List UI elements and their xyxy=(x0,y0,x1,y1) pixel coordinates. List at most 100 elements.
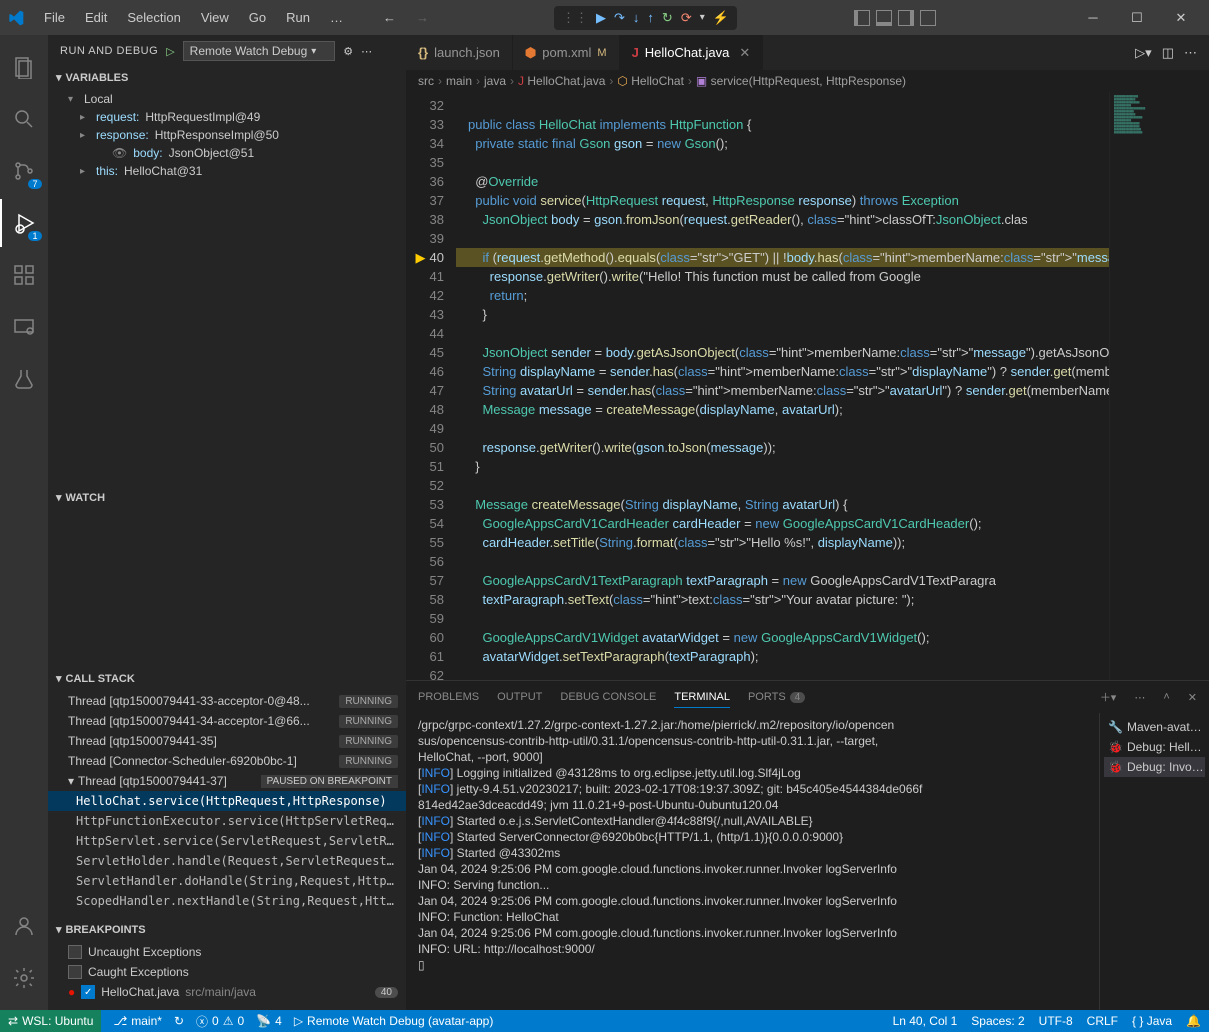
code-line[interactable]: JsonObject body = gson.fromJson(request.… xyxy=(456,210,1109,229)
split-editor-icon[interactable]: ◫ xyxy=(1162,45,1174,61)
close-button[interactable]: ✕ xyxy=(1161,3,1201,33)
source-control-tab[interactable]: 7 xyxy=(0,147,48,195)
code-line[interactable] xyxy=(456,609,1109,628)
code-line[interactable]: private static final Gson gson = new Gso… xyxy=(456,134,1109,153)
code-line[interactable]: response.getWriter().write("Hello! This … xyxy=(456,267,1109,286)
remote-explorer-tab[interactable] xyxy=(0,303,48,351)
watch-section-header[interactable]: ▾WATCH xyxy=(48,487,406,508)
code-line[interactable]: } xyxy=(456,457,1109,476)
thread-row[interactable]: Thread [qtp1500079441-33-acceptor-0@48..… xyxy=(48,691,406,711)
editor-tab[interactable]: ⬢pom.xmlM xyxy=(513,35,620,70)
code-line[interactable]: String avatarUrl = sender.has(class="hin… xyxy=(456,381,1109,400)
menu-run[interactable]: Run xyxy=(278,6,318,29)
debug-config-select[interactable]: Remote Watch Debug ▾ xyxy=(183,41,336,61)
gear-icon[interactable]: ⚙ xyxy=(343,45,353,58)
code-line[interactable]: Message message = createMessage(displayN… xyxy=(456,400,1109,419)
debug-session-indicator[interactable]: ▷Remote Watch Debug (avatar-app) xyxy=(294,1014,494,1028)
run-file-icon[interactable]: ▷▾ xyxy=(1135,45,1152,61)
eol[interactable]: CRLF xyxy=(1087,1014,1118,1028)
caught-exceptions-checkbox[interactable]: Caught Exceptions xyxy=(48,962,406,982)
stack-frame-row[interactable]: ServletHandler.doHandle(String,Request,H… xyxy=(48,871,406,891)
cursor-position[interactable]: Ln 40, Col 1 xyxy=(893,1014,958,1028)
git-sync[interactable]: ↻ xyxy=(174,1014,184,1028)
toggle-panel-icon[interactable] xyxy=(876,10,892,26)
menu-selection[interactable]: Selection xyxy=(119,6,188,29)
step-over-icon[interactable]: ↷ xyxy=(614,10,625,26)
run-debug-tab[interactable]: 1 xyxy=(0,199,48,247)
code-line[interactable] xyxy=(456,324,1109,343)
breadcrumb-item[interactable]: main xyxy=(446,74,472,88)
start-debug-icon[interactable]: ▷ xyxy=(166,45,174,58)
nav-forward[interactable]: → xyxy=(408,6,437,29)
terminal-instance[interactable]: 🔧Maven-avat… xyxy=(1104,717,1205,737)
indentation[interactable]: Spaces: 2 xyxy=(971,1014,1024,1028)
panel-maximize-icon[interactable]: ˄ xyxy=(1163,691,1169,703)
code-line[interactable]: JsonObject sender = body.getAsJsonObject… xyxy=(456,343,1109,362)
remote-indicator[interactable]: ⇄WSL: Ubuntu xyxy=(0,1010,101,1032)
code-line[interactable]: public void service(HttpRequest request,… xyxy=(456,191,1109,210)
nav-back[interactable]: ← xyxy=(375,6,404,29)
menu-view[interactable]: View xyxy=(193,6,237,29)
menu-file[interactable]: File xyxy=(36,6,73,29)
code-line[interactable]: } xyxy=(456,305,1109,324)
panel-tab-output[interactable]: OUTPUT xyxy=(497,687,542,707)
breadcrumb-item[interactable]: ▣ service(HttpRequest, HttpResponse) xyxy=(696,74,906,88)
code-line[interactable]: Message createMessage(String displayName… xyxy=(456,495,1109,514)
thread-row[interactable]: Thread [qtp1500079441-34-acceptor-1@66..… xyxy=(48,711,406,731)
code-line[interactable]: if (request.getMethod().equals(class="st… xyxy=(456,248,1109,267)
tab-more-icon[interactable]: ⋯ xyxy=(1184,45,1197,61)
variables-section-header[interactable]: ▾VARIABLES xyxy=(48,67,406,88)
panel-close-icon[interactable]: ✕ xyxy=(1188,691,1197,704)
code-line[interactable]: String displayName = sender.has(class="h… xyxy=(456,362,1109,381)
stack-frame-row[interactable]: HttpFunctionExecutor.service(HttpServlet… xyxy=(48,811,406,831)
testing-tab[interactable] xyxy=(0,355,48,403)
terminal-output[interactable]: /grpc/grpc-context/1.27.2/grpc-context-1… xyxy=(406,713,1099,1010)
panel-tab-ports[interactable]: PORTS4 xyxy=(748,687,805,707)
stack-frame-row[interactable]: HelloChat.service(HttpRequest,HttpRespon… xyxy=(48,791,406,811)
ports-forwarded[interactable]: 📡4 xyxy=(256,1014,282,1028)
breakpoints-section-header[interactable]: ▾BREAKPOINTS xyxy=(48,919,406,940)
terminal-instance[interactable]: 🐞Debug: Hell… xyxy=(1104,737,1205,757)
stack-frame-row[interactable]: ServletHolder.handle(Request,ServletRequ… xyxy=(48,851,406,871)
code-line[interactable] xyxy=(456,552,1109,571)
problems-indicator[interactable]: ⓧ0 ⚠0 xyxy=(196,1013,244,1030)
notifications-icon[interactable]: 🔔 xyxy=(1186,1014,1201,1028)
code-line[interactable] xyxy=(456,666,1109,680)
breadcrumb-item[interactable]: ⬡ HelloChat xyxy=(617,74,684,88)
code-line[interactable]: public class HelloChat implements HttpFu… xyxy=(456,115,1109,134)
code-line[interactable]: @Override xyxy=(456,172,1109,191)
variable-scope[interactable]: ▾Local xyxy=(48,90,406,108)
more-icon[interactable]: ⋯ xyxy=(361,45,372,58)
hot-reload-icon[interactable]: ⚡ xyxy=(713,10,729,26)
thread-row[interactable]: Thread [Connector-Scheduler-6920b0bc-1]R… xyxy=(48,751,406,771)
panel-tab-terminal[interactable]: TERMINAL xyxy=(674,687,730,708)
step-into-icon[interactable]: ↓ xyxy=(633,10,640,25)
callstack-section-header[interactable]: ▾CALL STACK xyxy=(48,668,406,689)
code-line[interactable]: cardHeader.setTitle(String.format(class=… xyxy=(456,533,1109,552)
extensions-tab[interactable] xyxy=(0,251,48,299)
minimize-button[interactable]: ─ xyxy=(1073,3,1113,33)
drag-handle-icon[interactable]: ⋮⋮ xyxy=(562,10,588,26)
variable-row[interactable]: ▸request: HttpRequestImpl@49 xyxy=(48,108,406,126)
breadcrumb-item[interactable]: src xyxy=(418,74,434,88)
editor-tab[interactable]: {}launch.json xyxy=(406,35,513,70)
thread-row[interactable]: Thread [qtp1500079441-35]RUNNING xyxy=(48,731,406,751)
git-branch[interactable]: ⎇main* xyxy=(113,1014,162,1028)
explorer-tab[interactable] xyxy=(0,43,48,91)
code-line[interactable]: return; xyxy=(456,286,1109,305)
minimap[interactable]: ████████████████████████████████████████… xyxy=(1109,92,1209,680)
language-mode[interactable]: { } Java xyxy=(1132,1014,1172,1028)
toggle-primary-sidebar-icon[interactable] xyxy=(854,10,870,26)
menu-more[interactable]: … xyxy=(322,6,351,29)
restart-icon[interactable]: ↻ xyxy=(662,10,673,26)
panel-more-icon[interactable]: ⋯ xyxy=(1134,691,1145,704)
breakpoint-row[interactable]: ● ✓ HelloChat.java src/main/java 40 xyxy=(48,982,406,1002)
close-tab-icon[interactable]: ✕ xyxy=(739,45,750,61)
step-out-icon[interactable]: ↑ xyxy=(647,10,654,25)
dropdown-icon[interactable]: ▾ xyxy=(700,12,705,23)
settings-tab[interactable] xyxy=(0,954,48,1002)
code-line[interactable] xyxy=(456,96,1109,115)
continue-icon[interactable]: ▶ xyxy=(596,10,606,26)
paused-thread-row[interactable]: ▾Thread [qtp1500079441-37] PAUSED ON BRE… xyxy=(48,771,406,791)
code-line[interactable]: response.getWriter().write(gson.toJson(m… xyxy=(456,438,1109,457)
